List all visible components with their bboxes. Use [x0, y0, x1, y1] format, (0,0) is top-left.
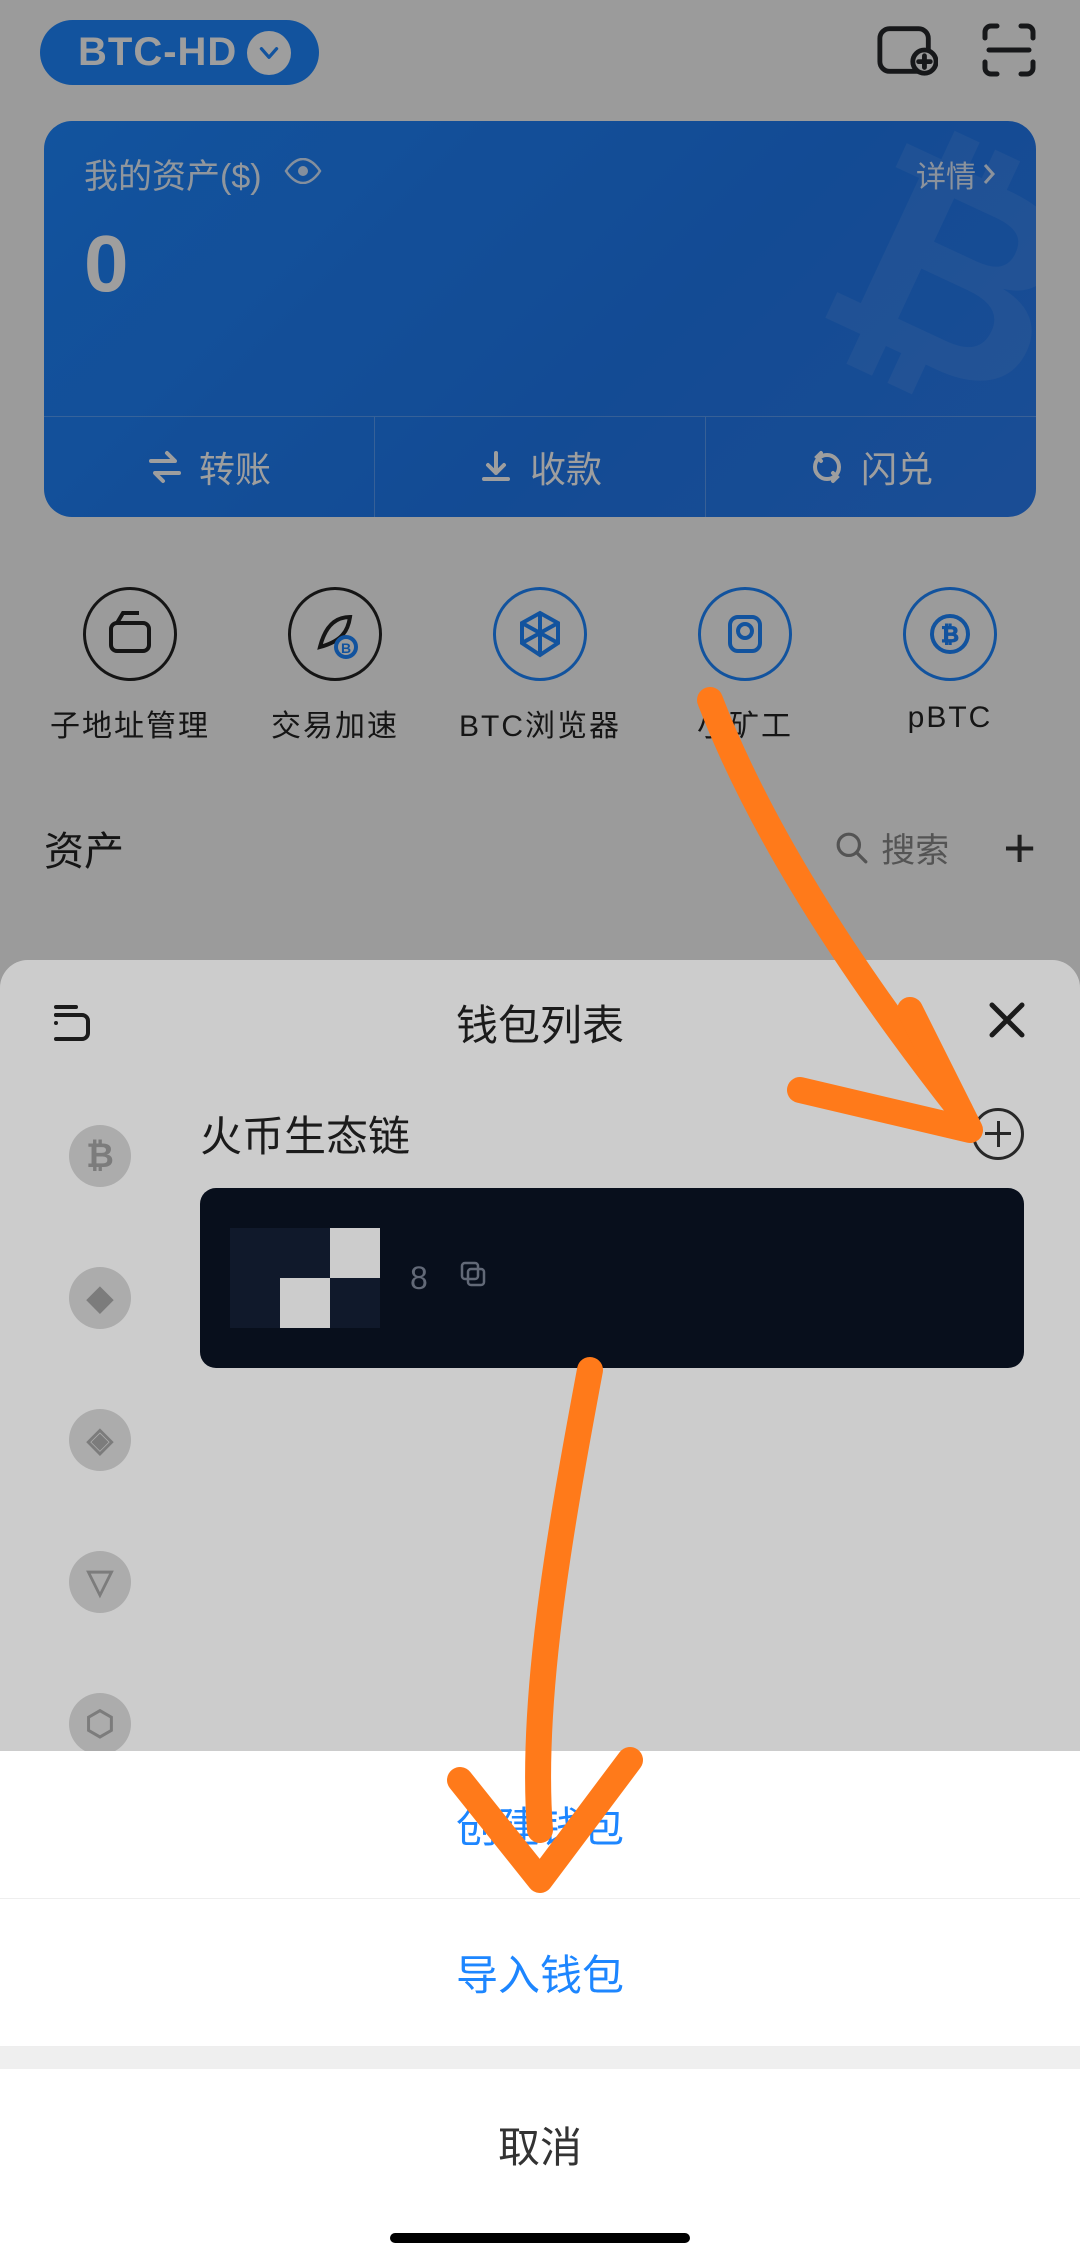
action-sheet: 创建钱包 导入钱包 取消: [0, 1751, 1080, 2257]
chain-item-trx[interactable]: ▽: [69, 1551, 131, 1613]
wallet-address-tail: 8: [410, 1260, 428, 1297]
sheet-title: 钱包列表: [456, 992, 624, 1053]
cards-icon[interactable]: [48, 995, 98, 1050]
chain-item-eos[interactable]: ◈: [69, 1409, 131, 1471]
chain-item-eth[interactable]: ◆: [69, 1267, 131, 1329]
chain-name: 火币生态链: [200, 1103, 410, 1164]
copy-icon[interactable]: [458, 1259, 488, 1297]
close-icon[interactable]: [982, 995, 1032, 1050]
action-sheet-separator: [0, 2047, 1080, 2069]
create-wallet-option[interactable]: 创建钱包: [0, 1751, 1080, 1899]
chain-item-iost[interactable]: ⬡: [69, 1693, 131, 1755]
wallet-name-redacted: [230, 1228, 380, 1328]
chain-item-btc[interactable]: ₿: [69, 1125, 131, 1187]
wallet-card[interactable]: 8: [200, 1188, 1024, 1368]
import-wallet-option[interactable]: 导入钱包: [0, 1899, 1080, 2047]
cancel-option[interactable]: 取消: [0, 2069, 1080, 2219]
home-indicator: [0, 2219, 1080, 2257]
add-circle-icon[interactable]: [972, 1108, 1024, 1160]
